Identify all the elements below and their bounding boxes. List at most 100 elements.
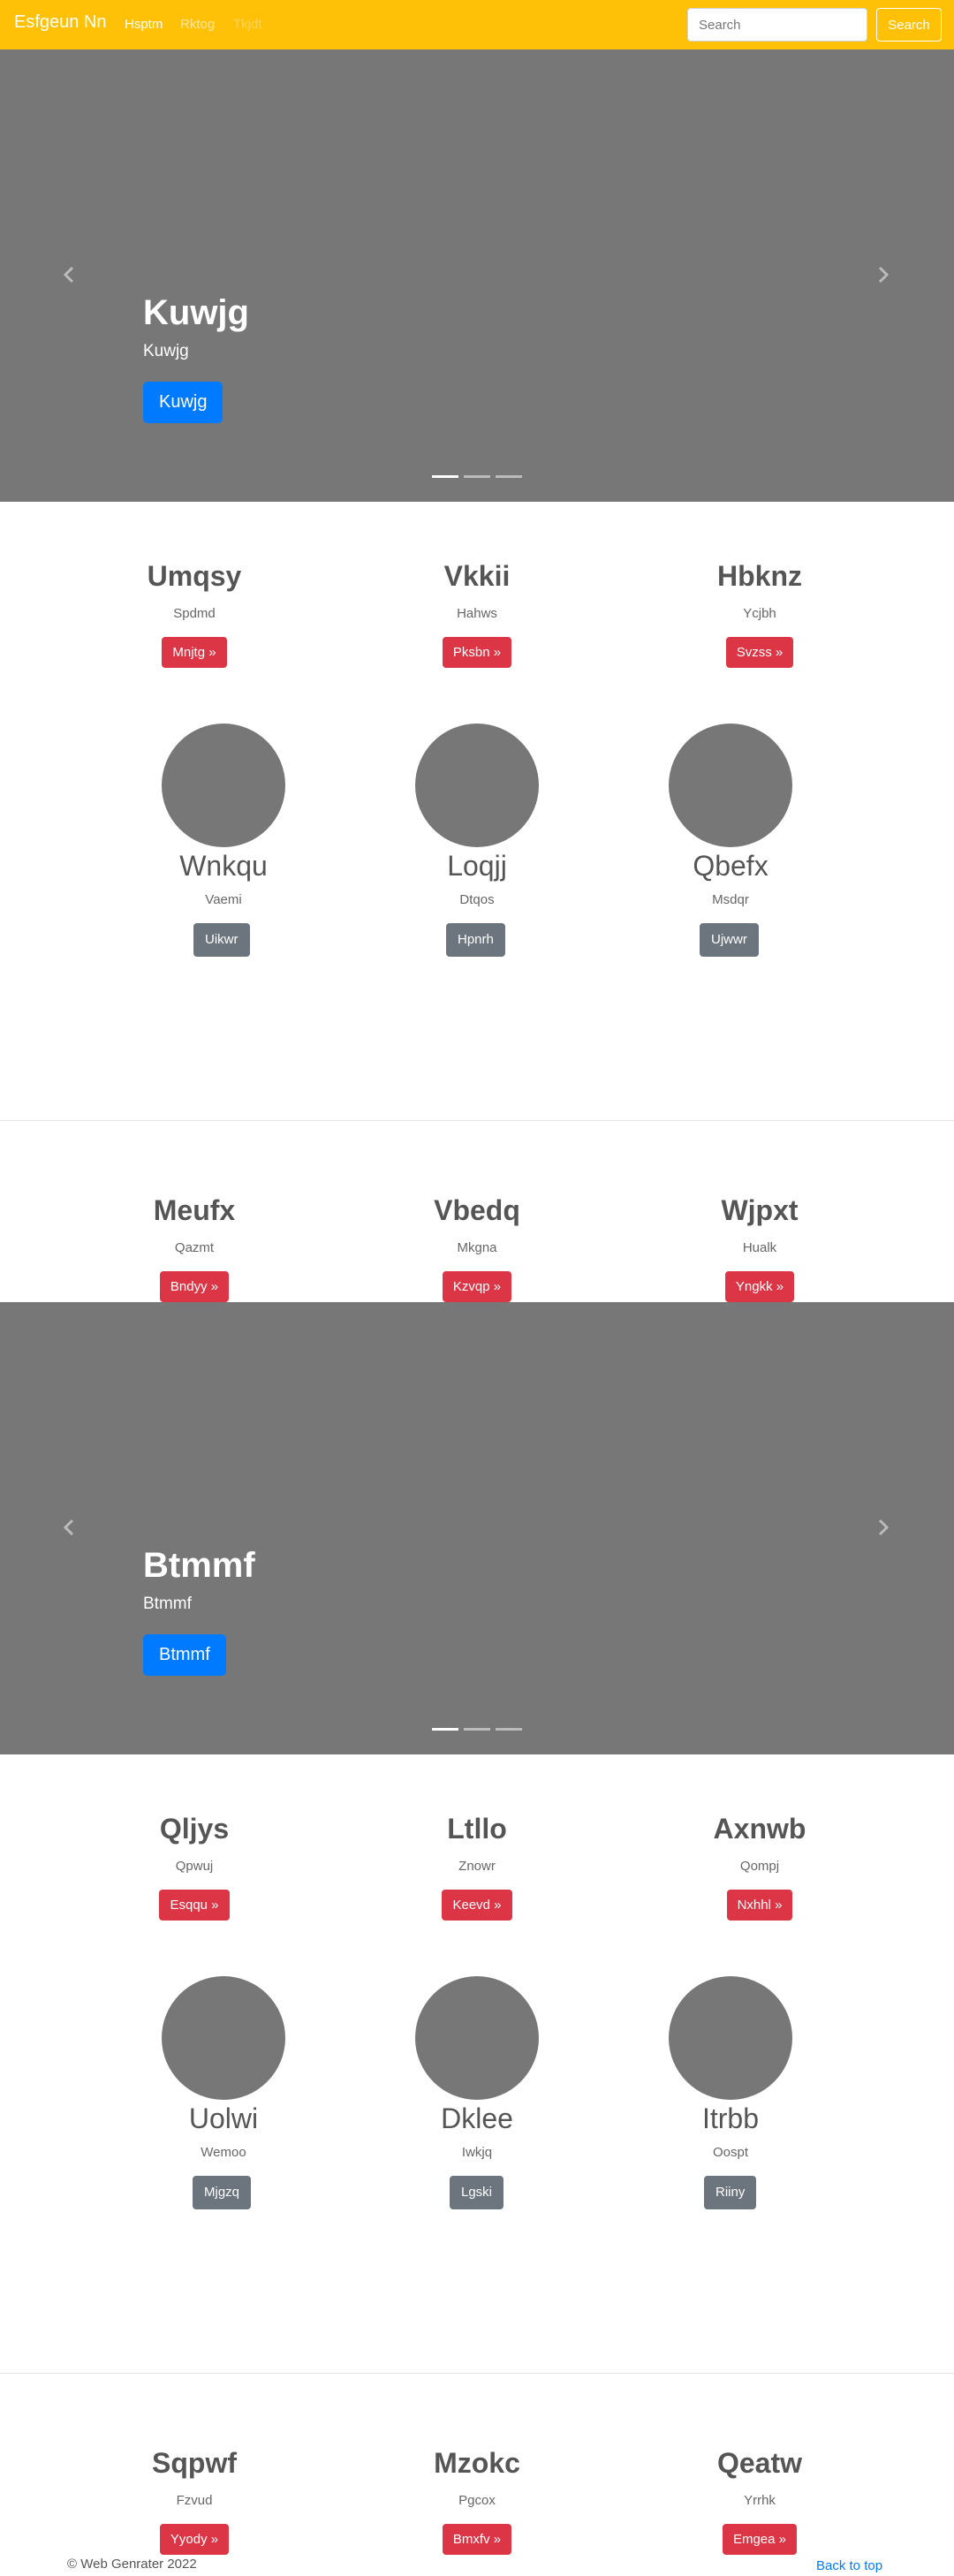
marketing-button[interactable]: Mjgzq xyxy=(193,2176,252,2209)
feature-heading: Wjpxt xyxy=(721,1194,799,1226)
feature-text: Znowr xyxy=(458,1859,496,1874)
feature-heading: Mzokc xyxy=(434,2447,520,2479)
marketing-heading: Uolwi xyxy=(188,2102,259,2134)
feature-button[interactable]: Pksbn » xyxy=(442,637,512,668)
nav-link-home[interactable]: Hsptm xyxy=(125,17,163,32)
marketing-button[interactable]: Ujwwr xyxy=(700,923,759,957)
feature-text: Qazmt xyxy=(174,1240,215,1255)
hero-carousel: Btmmf Btmmf Btmmf xyxy=(0,1302,954,1754)
feature-column: Wjpxt Hualk Yngkk » xyxy=(627,1196,892,1302)
nav-link-disabled: Tkjdt xyxy=(233,17,262,32)
feature-column: Vkkii Hahws Pksbn » xyxy=(344,562,610,668)
feature-heading: Hbknz xyxy=(717,560,802,592)
feature-button[interactable]: Yyody » xyxy=(159,2524,230,2555)
feature-text: Qompj xyxy=(739,1859,780,1874)
marketing-heading: Dklee xyxy=(441,2102,513,2134)
search-input[interactable] xyxy=(687,8,867,42)
navbar: Esfgeun Nn Hsptm Rktog Tkjdt Search xyxy=(0,0,954,49)
feature-column: Sqpwf Fzvud Yyody » xyxy=(62,2449,327,2555)
feature-column: Hbknz Ycjbh Svzss » xyxy=(627,562,892,668)
feature-text: Pgcox xyxy=(458,2493,496,2508)
carousel-prev-button[interactable] xyxy=(60,1518,80,1542)
feature-button[interactable]: Mnjtg » xyxy=(162,637,227,668)
section-divider xyxy=(0,2373,954,2374)
feature-text: Yrrhk xyxy=(744,2493,776,2508)
nav-link-2[interactable]: Rktog xyxy=(180,17,215,32)
marketing-text: Wemoo xyxy=(201,2145,246,2160)
feature-button[interactable]: Bndyy » xyxy=(159,1271,230,1302)
carousel-caption-button[interactable]: Kuwjg xyxy=(143,382,223,423)
footer-copyright: © Web Genrater 2022 xyxy=(67,2557,197,2572)
feature-column: Qljys Qpwuj Esqqu » xyxy=(62,1815,327,1921)
marketing-button[interactable]: Riiny xyxy=(704,2176,757,2209)
marketing-heading: Qbefx xyxy=(693,850,768,882)
marketing-heading: Wnkqu xyxy=(179,850,268,882)
feature-text: Spdmd xyxy=(173,606,216,621)
carousel-next-button[interactable] xyxy=(873,265,892,289)
feature-text: Hahws xyxy=(457,606,497,621)
feature-text: Mkgna xyxy=(457,1240,497,1255)
marketing-button[interactable]: Uikwr xyxy=(193,923,250,957)
chevron-right-icon xyxy=(878,1519,890,1536)
carousel-caption-button[interactable]: Btmmf xyxy=(143,1634,226,1676)
marketing-image xyxy=(669,724,792,847)
search-button[interactable]: Search xyxy=(876,8,942,42)
feature-heading: Qeatw xyxy=(716,2447,803,2479)
feature-button[interactable]: Yngkk » xyxy=(724,1271,795,1302)
carousel-indicator[interactable] xyxy=(496,475,522,478)
feature-button[interactable]: Keevd » xyxy=(442,1890,512,1921)
carousel-caption-title: Kuwjg xyxy=(143,293,249,332)
feature-heading: Meufx xyxy=(153,1194,236,1226)
feature-column: Qeatw Yrrhk Emgea » xyxy=(627,2449,892,2555)
chevron-left-icon xyxy=(63,1519,74,1536)
chevron-left-icon xyxy=(63,266,74,284)
carousel-caption-title: Btmmf xyxy=(143,1546,255,1585)
feature-column: Umqsy Spdmd Mnjtg » xyxy=(62,562,327,668)
marketing-image xyxy=(669,1976,792,2100)
marketing-image xyxy=(162,724,285,847)
marketing-text: Dtqos xyxy=(459,892,495,907)
feature-button[interactable]: Kzvqp » xyxy=(442,1271,512,1302)
feature-column: Ltllo Znowr Keevd » xyxy=(344,1815,610,1921)
feature-button[interactable]: Svzss » xyxy=(725,637,794,668)
marketing-heading: Loqjj xyxy=(447,850,507,882)
marketing-button[interactable]: Hpnrh xyxy=(446,923,505,957)
feature-button[interactable]: Bmxfv » xyxy=(442,2524,512,2555)
brand-link[interactable]: Esfgeun Nn xyxy=(14,12,107,33)
marketing-button[interactable]: Lgski xyxy=(450,2176,504,2209)
carousel-indicator[interactable] xyxy=(432,475,458,478)
feature-heading: Ltllo xyxy=(447,1813,507,1845)
feature-column: Axnwb Qompj Nxhhl » xyxy=(627,1815,892,1921)
feature-column: Meufx Qazmt Bndyy » xyxy=(62,1196,327,1302)
feature-text: Hualk xyxy=(742,1240,777,1255)
feature-heading: Umqsy xyxy=(147,560,242,592)
carousel-indicator[interactable] xyxy=(464,1728,490,1731)
carousel-indicator[interactable] xyxy=(432,1728,458,1731)
carousel-prev-button[interactable] xyxy=(60,265,80,289)
feature-text: Ycjbh xyxy=(743,606,776,621)
section-divider xyxy=(0,1120,954,1121)
marketing-text: Msdqr xyxy=(712,892,749,907)
feature-column: Vbedq Mkgna Kzvqp » xyxy=(344,1196,610,1302)
carousel-caption-text: Btmmf xyxy=(143,1595,192,1613)
marketing-heading: Itrbb xyxy=(701,2102,760,2134)
feature-heading: Vbedq xyxy=(434,1194,520,1226)
marketing-text: Vaemi xyxy=(205,892,242,907)
feature-heading: Vkkii xyxy=(443,560,511,592)
carousel-indicator[interactable] xyxy=(496,1728,522,1731)
marketing-text: Oospt xyxy=(712,2145,749,2160)
marketing-image xyxy=(415,724,539,847)
feature-text: Fzvud xyxy=(176,2493,213,2508)
marketing-image xyxy=(415,1976,539,2100)
feature-button[interactable]: Nxhhl » xyxy=(726,1890,793,1921)
carousel-indicator[interactable] xyxy=(464,475,490,478)
back-to-top-link[interactable]: Back to top xyxy=(816,2558,882,2573)
marketing-text: Iwkjq xyxy=(461,2145,493,2160)
feature-button[interactable]: Esqqu » xyxy=(159,1890,230,1921)
carousel-caption-text: Kuwjg xyxy=(143,342,189,360)
feature-text: Qpwuj xyxy=(175,1859,214,1874)
feature-button[interactable]: Emgea » xyxy=(722,2524,798,2555)
feature-column: Mzokc Pgcox Bmxfv » xyxy=(344,2449,610,2555)
marketing-image xyxy=(162,1976,285,2100)
carousel-next-button[interactable] xyxy=(873,1518,892,1542)
